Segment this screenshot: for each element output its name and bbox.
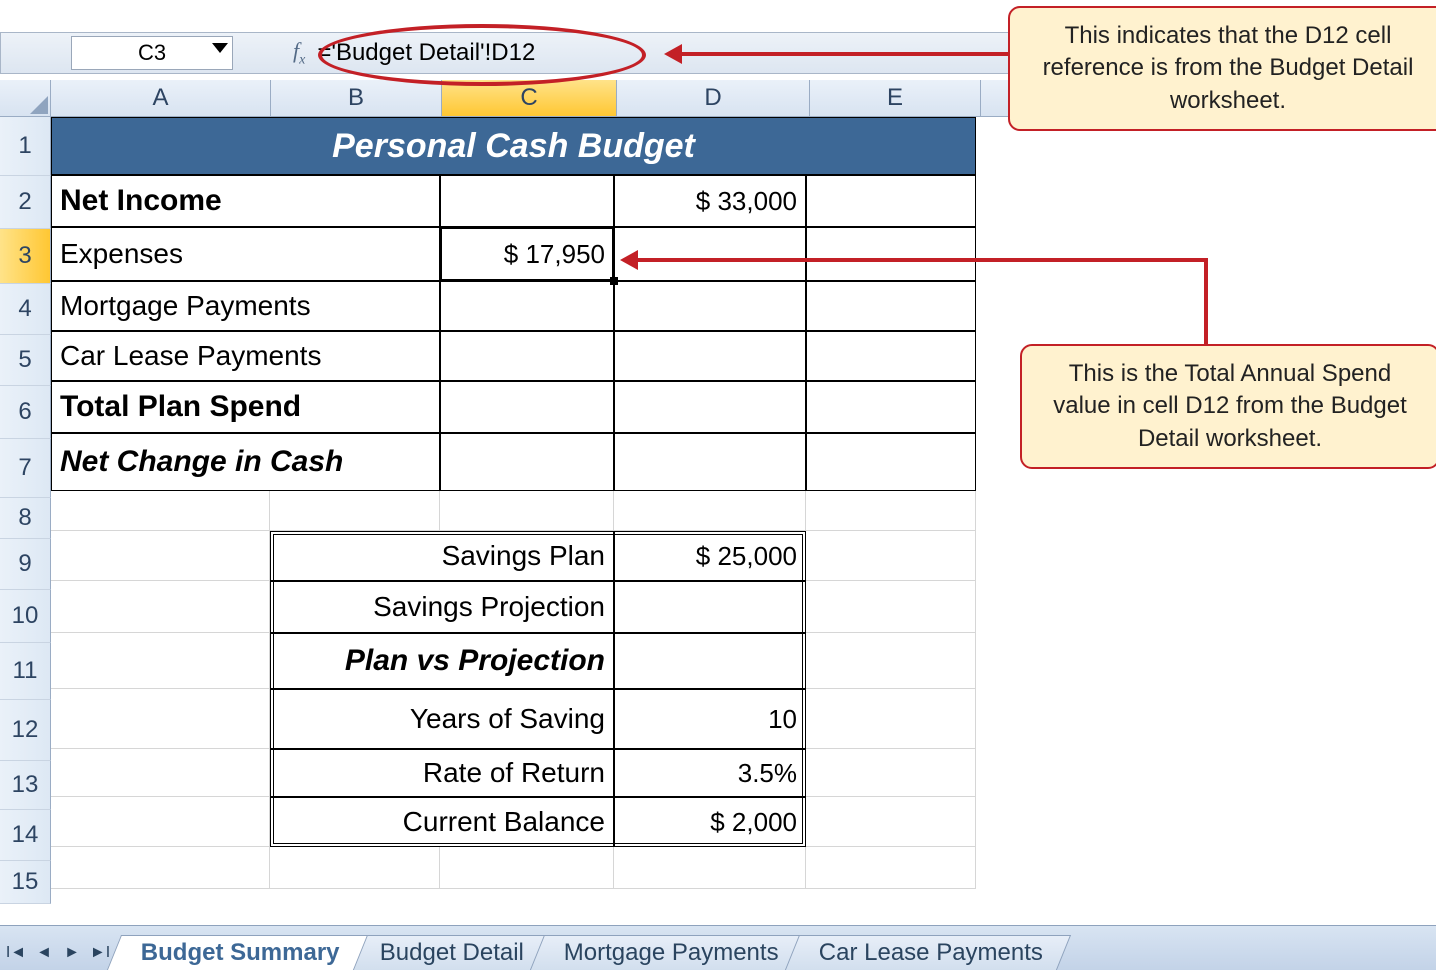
- cell-A13[interactable]: [51, 749, 270, 797]
- cell-E6[interactable]: [806, 381, 976, 433]
- cell-A10[interactable]: [51, 581, 270, 633]
- cell-A2[interactable]: Net Income: [51, 175, 440, 227]
- cell-D7[interactable]: [614, 433, 806, 491]
- col-header-B[interactable]: B: [271, 80, 442, 116]
- cell-grid[interactable]: Personal Cash BudgetNet IncomeExpensesMo…: [51, 117, 1011, 937]
- tab-nav-prev[interactable]: ◄: [34, 942, 54, 964]
- col-header-A[interactable]: A: [51, 80, 271, 116]
- chevron-down-icon[interactable]: [212, 43, 228, 53]
- arrow-line-bottom-h: [636, 258, 1208, 262]
- row-header-11[interactable]: 11: [0, 643, 51, 700]
- cell-C2[interactable]: [440, 175, 614, 227]
- spreadsheet: A B C D E 123456789101112131415 Personal…: [0, 80, 1012, 937]
- cell-E14[interactable]: [806, 797, 976, 847]
- row-header-5[interactable]: 5: [0, 335, 51, 386]
- cell-E12[interactable]: [806, 689, 976, 749]
- cell-A12[interactable]: [51, 689, 270, 749]
- name-box-value: C3: [138, 40, 166, 66]
- cell-E7[interactable]: [806, 433, 976, 491]
- cell-A14[interactable]: [51, 797, 270, 847]
- cell-C15[interactable]: [440, 847, 614, 889]
- cell-B8[interactable]: [270, 491, 440, 531]
- row-headers: 123456789101112131415: [0, 117, 51, 937]
- name-box[interactable]: C3: [71, 36, 233, 70]
- cell-D5[interactable]: [614, 331, 806, 381]
- cell-C7[interactable]: [440, 433, 614, 491]
- row-header-13[interactable]: 13: [0, 761, 51, 810]
- arrow-line-top: [680, 52, 1008, 56]
- row-header-2[interactable]: 2: [0, 176, 51, 229]
- cell-A3[interactable]: Expenses: [51, 227, 440, 281]
- cell-D4[interactable]: [614, 281, 806, 331]
- callout-bottom: This is the Total Annual Spend value in …: [1020, 344, 1436, 469]
- cell-C6[interactable]: [440, 381, 614, 433]
- cell-A1[interactable]: Personal Cash Budget: [51, 117, 976, 175]
- select-all-corner[interactable]: [0, 80, 51, 116]
- fx-icon[interactable]: fx: [293, 38, 305, 68]
- row-header-1[interactable]: 1: [0, 117, 51, 176]
- annotation-oval: [318, 24, 646, 86]
- cell-A5[interactable]: Car Lease Payments: [51, 331, 440, 381]
- cell-E11[interactable]: [806, 633, 976, 689]
- row-header-9[interactable]: 9: [0, 539, 51, 590]
- row-header-4[interactable]: 4: [0, 284, 51, 335]
- arrow-head-top: [664, 44, 682, 64]
- cell-A4[interactable]: Mortgage Payments: [51, 281, 440, 331]
- cell-C5[interactable]: [440, 331, 614, 381]
- arrow-head-bottom: [620, 250, 638, 270]
- cell-C3[interactable]: $ 17,950: [440, 227, 614, 281]
- cell-E5[interactable]: [806, 331, 976, 381]
- cell-A8[interactable]: [51, 491, 270, 531]
- sheet-tab-car-lease-payments[interactable]: Car Lease Payments: [785, 935, 1071, 970]
- row-header-7[interactable]: 7: [0, 439, 51, 498]
- cell-A15[interactable]: [51, 847, 270, 889]
- cell-C8[interactable]: [440, 491, 614, 531]
- sheet-tab-mortgage-payments[interactable]: Mortgage Payments: [530, 935, 807, 970]
- callout-top: This indicates that the D12 cell referen…: [1008, 6, 1436, 131]
- cell-A11[interactable]: [51, 633, 270, 689]
- cell-D2[interactable]: $ 33,000: [614, 175, 806, 227]
- cell-E9[interactable]: [806, 531, 976, 581]
- cell-E8[interactable]: [806, 491, 976, 531]
- row-header-15[interactable]: 15: [0, 861, 51, 904]
- cell-E2[interactable]: [806, 175, 976, 227]
- cell-C4[interactable]: [440, 281, 614, 331]
- tab-nav-next[interactable]: ►: [62, 942, 82, 964]
- cell-E3[interactable]: [806, 227, 976, 281]
- cell-D3[interactable]: [614, 227, 806, 281]
- sheet-tab-budget-summary[interactable]: Budget Summary: [107, 935, 368, 970]
- cell-B15[interactable]: [270, 847, 440, 889]
- arrow-line-bottom-v: [1204, 258, 1208, 346]
- row-header-3[interactable]: 3: [0, 229, 51, 284]
- cell-A7[interactable]: Net Change in Cash: [51, 433, 440, 491]
- cell-E10[interactable]: [806, 581, 976, 633]
- cell-D15[interactable]: [614, 847, 806, 889]
- row-header-10[interactable]: 10: [0, 590, 51, 643]
- tab-nav-buttons: I◄ ◄ ► ►I: [6, 942, 110, 964]
- col-header-E[interactable]: E: [810, 80, 981, 116]
- cell-E4[interactable]: [806, 281, 976, 331]
- row-header-6[interactable]: 6: [0, 386, 51, 439]
- row-header-14[interactable]: 14: [0, 810, 51, 861]
- row-header-8[interactable]: 8: [0, 498, 51, 539]
- cell-E15[interactable]: [806, 847, 976, 889]
- cell-A6[interactable]: Total Plan Spend: [51, 381, 440, 433]
- row-header-12[interactable]: 12: [0, 700, 51, 761]
- cell-E13[interactable]: [806, 749, 976, 797]
- sheet-tab-bar: I◄ ◄ ► ►I Budget SummaryBudget DetailMor…: [0, 925, 1436, 970]
- tab-nav-last[interactable]: ►I: [90, 942, 110, 964]
- cell-D8[interactable]: [614, 491, 806, 531]
- sheet-tab-budget-detail[interactable]: Budget Detail: [346, 935, 552, 970]
- tab-nav-first[interactable]: I◄: [6, 942, 26, 964]
- col-header-D[interactable]: D: [617, 80, 810, 116]
- cell-D6[interactable]: [614, 381, 806, 433]
- summary-box: [270, 531, 806, 847]
- cell-A9[interactable]: [51, 531, 270, 581]
